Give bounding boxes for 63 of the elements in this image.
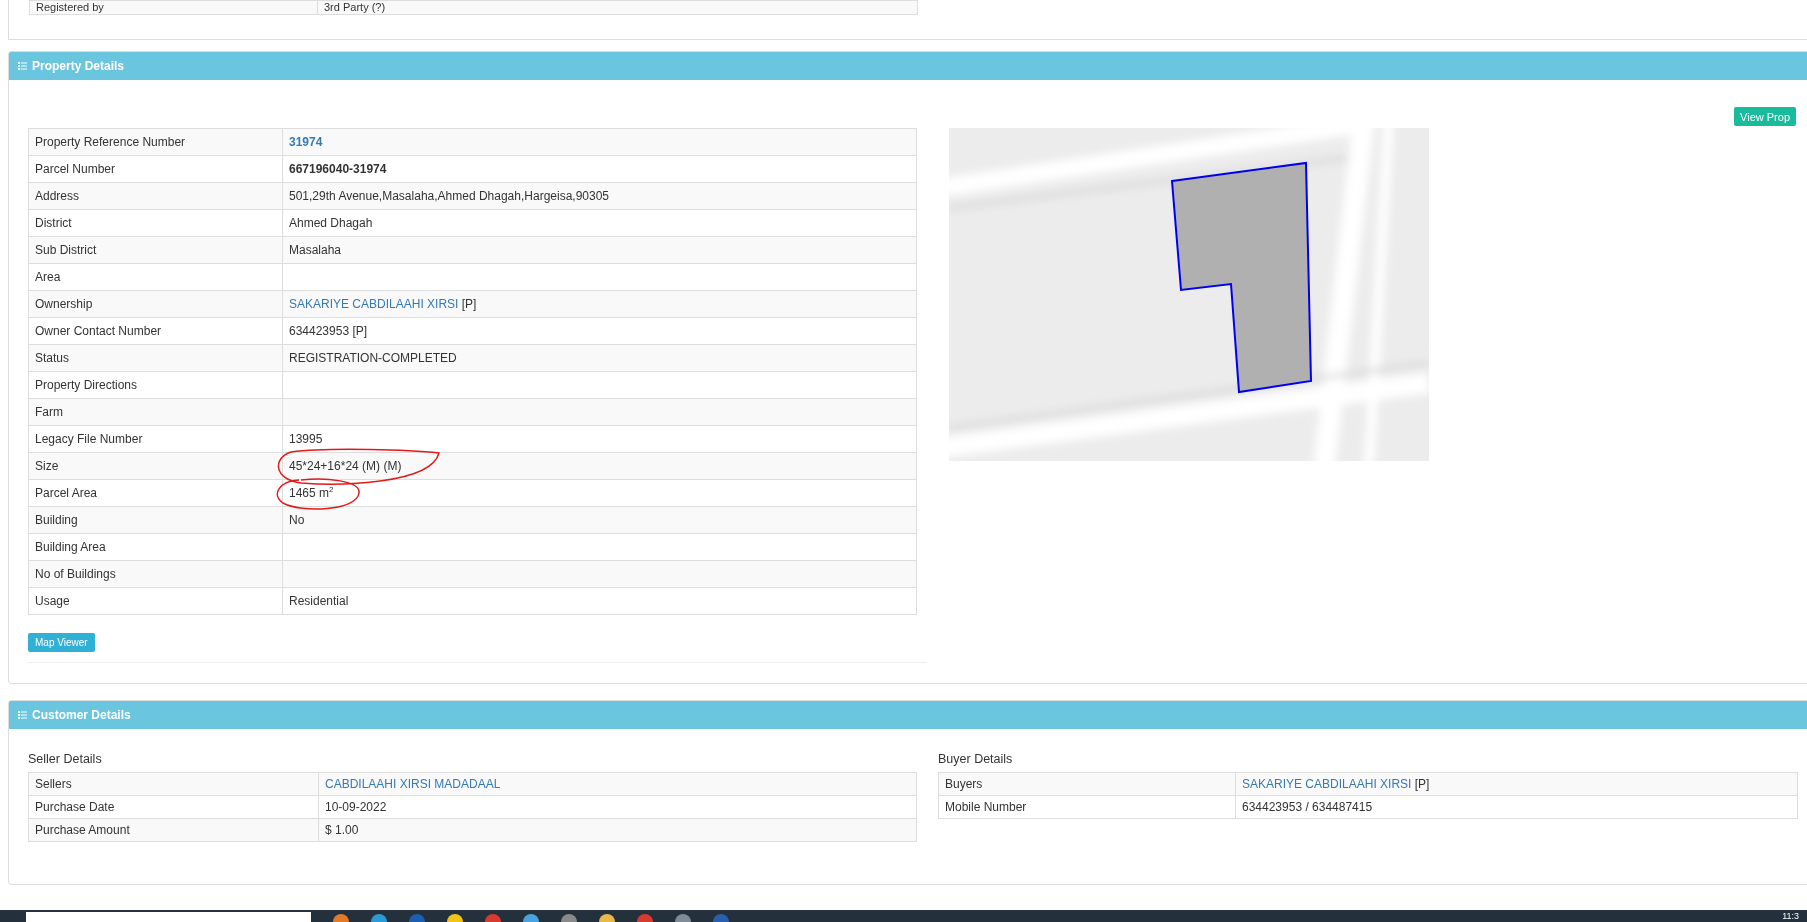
section-title: Seller Details	[28, 752, 103, 766]
row-value: 634423953 [P]	[289, 324, 368, 338]
row-label: Property Reference Number	[28, 128, 283, 156]
name-link[interactable]: SAKARIYE CABDILAAHI XIRSI	[1242, 777, 1412, 791]
row-value: 1465 m$^{2}$	[289, 486, 334, 500]
taskbar-app-icon[interactable]	[371, 914, 387, 922]
row-value: No	[289, 513, 305, 527]
person-tag: [P]	[1411, 777, 1430, 791]
row-label: Sub District	[28, 236, 283, 264]
row-value: 13995	[289, 432, 323, 446]
name-link[interactable]: SAKARIYE CABDILAAHI XIRSI	[289, 297, 459, 311]
panel-title: Customer Details	[32, 708, 131, 722]
row-value: Masalaha	[289, 243, 342, 257]
row-label: Purchase Amount	[28, 818, 319, 842]
name-link[interactable]: CABDILAAHI XIRSI MADADAAL	[325, 777, 501, 791]
row-label: Usage	[28, 587, 283, 615]
clock-text: 11:3	[1782, 910, 1799, 922]
row-label: District	[28, 209, 283, 237]
taskbar-app-icon[interactable]	[675, 914, 691, 922]
taskbar-app-icon[interactable]	[599, 914, 615, 922]
row-label: No of Buildings	[28, 560, 283, 588]
row-label: Ownership	[28, 290, 283, 318]
row-value: 10-09-2022	[325, 800, 387, 814]
row-value: 45*24+16*24 (M) (M)	[289, 459, 402, 473]
taskbar-app-icon[interactable]	[447, 914, 463, 922]
search-field[interactable]	[26, 912, 311, 922]
person-tag: [P]	[458, 297, 477, 311]
row-label: Area	[28, 263, 283, 291]
row-label: Legacy File Number	[28, 425, 283, 453]
row-label: Farm	[28, 398, 283, 426]
row-label: Registered by	[29, 0, 318, 15]
row-value: $ 1.00	[325, 823, 359, 837]
row-label: Sellers	[28, 772, 319, 796]
taskbar-app-icon[interactable]	[561, 914, 577, 922]
row-label: Building	[28, 506, 283, 534]
row-label: Status	[28, 344, 283, 372]
row-label: Address	[28, 182, 283, 210]
taskbar-app-icon[interactable]	[333, 914, 349, 922]
row-label: Buyers	[938, 772, 1236, 796]
row-value: Residential	[289, 594, 349, 608]
row-value: 501,29th Avenue,Masalaha,Ahmed Dhagah,Hargeisa,90305	[289, 189, 609, 203]
section-title: Buyer Details	[938, 752, 1014, 766]
reference-link[interactable]: 31974	[289, 135, 323, 149]
row-value: REGISTRATION-COMPLETED	[289, 351, 457, 365]
map-viewer-button[interactable]: Map Viewer	[28, 633, 95, 652]
row-value: 667196040-31974	[289, 162, 387, 176]
row-label: Parcel Area	[28, 479, 283, 507]
list-icon	[18, 62, 27, 70]
row-label: Purchase Date	[28, 795, 319, 819]
list-icon	[18, 711, 27, 719]
taskbar-app-icon[interactable]	[523, 914, 539, 922]
row-label: Parcel Number	[28, 155, 283, 183]
row-label: Building Area	[28, 533, 283, 561]
row-label: Property Directions	[28, 371, 283, 399]
row-label: Size	[28, 452, 283, 480]
row-value: Ahmed Dhagah	[289, 216, 373, 230]
view-property-button[interactable]: View Prop	[1734, 107, 1796, 126]
row-value: 3rd Party (?)	[324, 1, 386, 13]
row-label: Owner Contact Number	[28, 317, 283, 345]
row-label: Mobile Number	[938, 795, 1236, 819]
panel-title: Property Details	[32, 59, 125, 73]
parcel-polygon[interactable]	[1170, 161, 1312, 394]
row-value: 634423953 / 634487415	[1242, 800, 1373, 814]
